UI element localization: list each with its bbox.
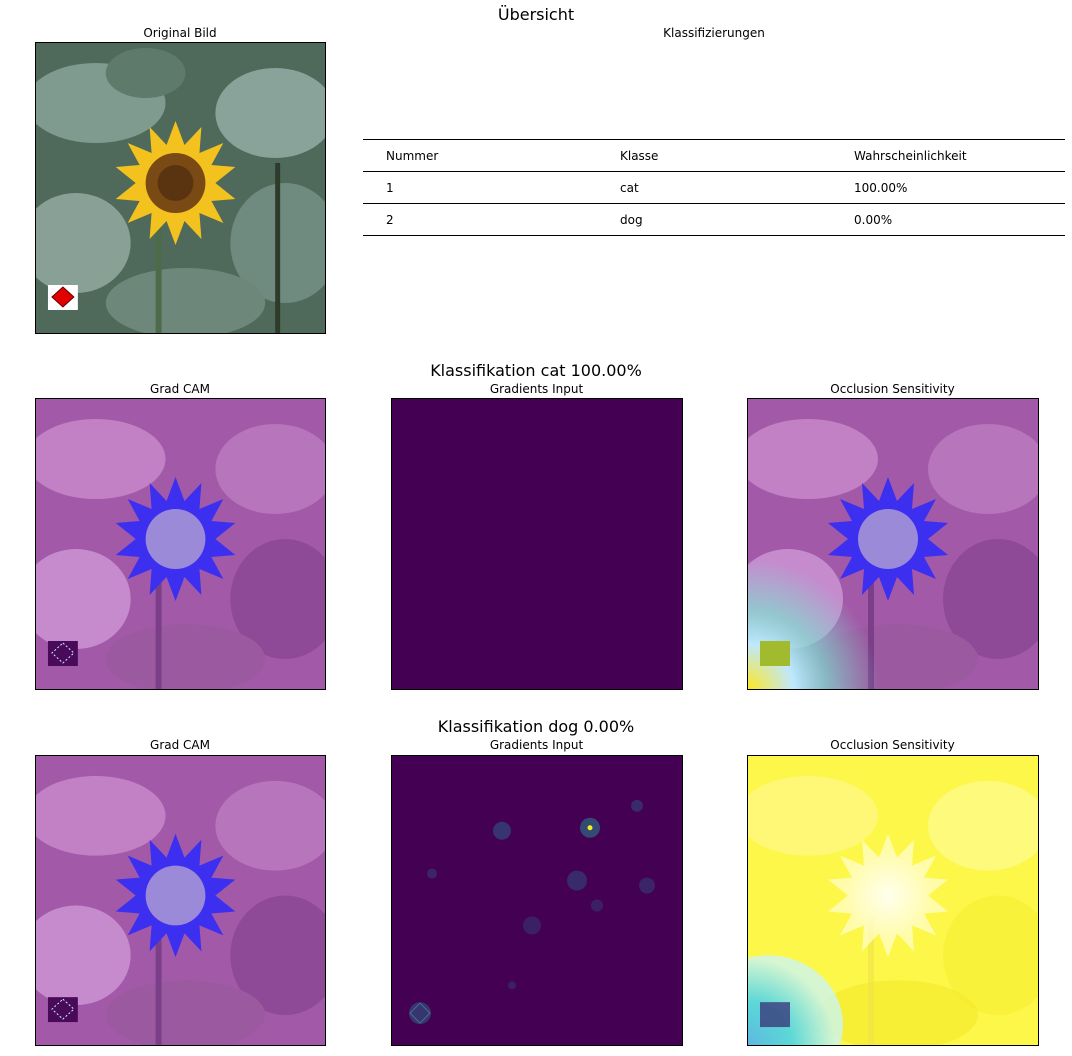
gradients-input-map bbox=[391, 398, 683, 690]
gradcam-heatmap bbox=[35, 398, 326, 690]
table-cell: dog bbox=[597, 203, 831, 236]
gradients-input-title: Gradients Input bbox=[489, 738, 584, 752]
gradients-input-map bbox=[391, 755, 683, 1046]
table-cell: 0.00% bbox=[831, 203, 1065, 236]
gradcam-title: Grad CAM bbox=[150, 738, 210, 752]
original-image bbox=[35, 42, 326, 334]
section-dog-title: Klassifikation dog 0.00% bbox=[437, 717, 635, 736]
table-cell: 100.00% bbox=[831, 171, 1065, 204]
table-header-cell: Wahrscheinlichkeit bbox=[831, 139, 1065, 172]
classification-table: Nummer Klasse Wahrscheinlichkeit 1 cat 1… bbox=[363, 139, 1065, 236]
table-cell: 1 bbox=[363, 171, 597, 204]
table-header-cell: Nummer bbox=[363, 139, 597, 172]
table-cell: cat bbox=[597, 171, 831, 204]
original-image-title: Original Bild bbox=[143, 26, 217, 40]
gradients-input-title: Gradients Input bbox=[489, 382, 584, 396]
section-cat-title: Klassifikation cat 100.00% bbox=[430, 361, 642, 380]
occlusion-map bbox=[747, 755, 1039, 1046]
gradcam-title: Grad CAM bbox=[150, 382, 210, 396]
table-row: 1 cat 100.00% bbox=[363, 171, 1065, 204]
gradcam-heatmap bbox=[35, 755, 326, 1046]
occlusion-map bbox=[747, 398, 1039, 690]
classifications-title: Klassifizierungen bbox=[663, 26, 765, 40]
occlusion-title: Occlusion Sensitivity bbox=[830, 382, 955, 396]
occlusion-title: Occlusion Sensitivity bbox=[830, 738, 955, 752]
table-header-cell: Klasse bbox=[597, 139, 831, 172]
table-row: 2 dog 0.00% bbox=[363, 203, 1065, 236]
table-header-row: Nummer Klasse Wahrscheinlichkeit bbox=[363, 139, 1065, 172]
overview-title: Übersicht bbox=[497, 5, 575, 24]
table-cell: 2 bbox=[363, 203, 597, 236]
